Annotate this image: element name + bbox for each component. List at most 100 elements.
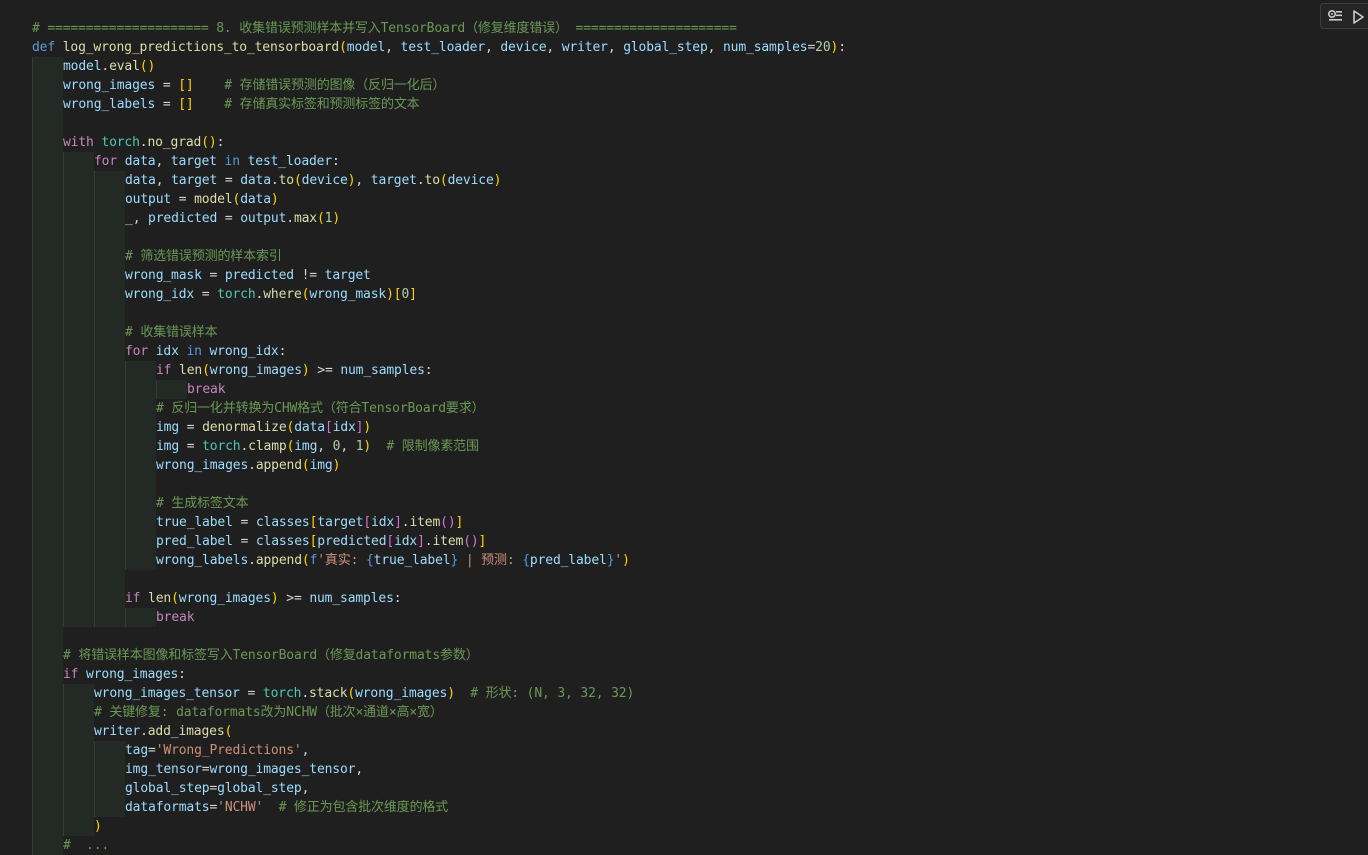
code-token: len [179,362,203,378]
code-token: # 收集错误样本 [125,324,218,340]
code-token: denormalize [202,419,287,435]
code-token: = [224,172,233,188]
code-line[interactable]: # 反归一化并转换为CHW格式（符合TensorBoard要求） [156,399,485,418]
code-line[interactable]: wrong_mask = predicted != target [125,266,371,285]
code-token: : [332,153,340,169]
indent-guide [63,208,94,228]
code-token: [ [363,514,372,530]
code-line[interactable]: data, target = data.to(device), target.t… [125,171,501,190]
code-line[interactable]: wrong_images.append(img) [156,456,340,475]
code-token: break [187,381,226,397]
code-line[interactable]: if len(wrong_images) >= num_samples: [125,589,402,608]
indent-guide [63,721,94,741]
code-token: wrong_images_tensor [209,761,356,777]
code-line[interactable]: writer.add_images( [94,722,232,741]
indent-guide [63,683,94,703]
indent-guide [63,607,94,627]
code-token: , [317,438,333,454]
indent-guide [63,797,94,817]
code-token: to [278,172,295,188]
code-token: wrong_labels [156,552,249,568]
code-line[interactable]: wrong_images_tensor = torch.stack(wrong_… [94,684,634,703]
code-token: # 修正为包含批次维度的格式 [278,799,449,815]
code-line[interactable]: img_tensor=wrong_images_tensor, [125,760,363,779]
code-line[interactable]: break [156,608,195,627]
code-token: # ===================== 8. 收集错误预测样本并写入Te… [32,20,737,36]
code-line[interactable]: model.eval() [63,57,155,76]
code-token: # 形状: (N, 3, 32, 32) [470,685,635,701]
code-token: : [278,343,287,359]
indent-guide [63,360,94,380]
code-token: # 筛选错误预测的样本索引 [125,248,282,264]
indent-guide [63,246,94,266]
code-line[interactable]: wrong_images = [] # 存储错误预测的图像（反归一化后） [63,76,445,95]
code-line[interactable]: wrong_idx = torch.where(wrong_mask)[0] [125,285,417,304]
code-line[interactable]: global_step=global_step, [125,779,309,798]
code-token: global_step [623,39,708,55]
indent-guide [63,436,94,456]
code-line[interactable]: # 筛选错误预测的样本索引 [125,247,282,266]
indent-guide [32,284,63,304]
indent-guide [32,531,63,551]
code-line[interactable]: for idx in wrong_idx: [125,342,286,361]
code-line[interactable]: if wrong_images: [63,665,186,684]
code-line[interactable]: wrong_labels = [] # 存储真实标签和预测标签的文本 [63,95,420,114]
code-line[interactable]: # 生成标签文本 [156,494,249,513]
code-token: = [240,533,249,549]
indent-guide [32,113,63,133]
code-token: wrong_images_tensor [94,685,240,701]
code-token: output [125,191,172,207]
indent-guide [32,189,63,209]
code-token: ( [339,39,347,55]
indent-guide [32,588,63,608]
code-line[interactable]: # ===================== 8. 收集错误预测样本并写入Te… [32,19,737,38]
code-token: wrong_idx [125,286,195,302]
indent-guide [125,360,156,380]
code-line[interactable]: if len(wrong_images) >= num_samples: [156,361,433,380]
code-line[interactable]: def log_wrong_predictions_to_tensorboard… [32,38,846,57]
indent-guide [63,816,94,836]
code-token: ( [301,552,310,568]
indent-guide [63,322,94,342]
code-token: ] [478,533,487,549]
code-editor[interactable]: # ===================== 8. 收集错误预测样本并写入Te… [0,0,1368,855]
code-line[interactable]: dataformats='NCHW' # 修正为包含批次维度的格式 [125,798,448,817]
code-token: # 将错误样本图像和标签写入TensorBoard（修复dataformats参… [63,647,479,663]
code-token: != [301,267,318,283]
indent-guide [32,721,63,741]
code-line[interactable]: # ... [63,836,109,855]
code-line[interactable]: break [187,380,226,399]
code-line[interactable]: output = model(data) [125,190,279,209]
code-line[interactable]: # 将错误样本图像和标签写入TensorBoard（修复dataformats参… [63,646,479,665]
code-line[interactable]: img = denormalize(data[idx]) [156,418,371,437]
code-token: ] [455,514,464,530]
run-icon[interactable] [1349,8,1367,26]
code-line[interactable]: true_label = classes[target[idx].item()] [156,513,463,532]
code-line[interactable]: # 关键修复: dataformats改为NCHW（批次×通道×高×宽） [94,703,443,722]
code-line[interactable]: img = torch.clamp(img, 0, 1) # 限制像素范围 [156,437,479,456]
settings-run-icon[interactable] [1326,8,1344,26]
code-line[interactable]: with torch.no_grad(): [63,133,224,152]
indent-guide [32,740,63,760]
code-line[interactable]: wrong_labels.append(f'真实: {true_label} |… [156,551,630,570]
code-line[interactable]: _, predicted = output.max(1) [125,209,340,228]
code-line[interactable]: tag='Wrong_Predictions', [125,741,309,760]
indent-guide [32,56,63,76]
code-line[interactable]: ) [94,817,102,836]
code-line[interactable]: # 收集错误样本 [125,323,218,342]
code-token: . [248,552,256,568]
code-line[interactable]: pred_label = classes[predicted[idx].item… [156,532,486,551]
code-token: # 限制像素范围 [386,438,479,454]
code-token: img [156,438,180,454]
code-token: : [393,590,402,606]
code-token: device [500,39,547,55]
indent-guide [63,778,94,798]
code-line[interactable]: for data, target in test_loader: [94,152,340,171]
code-token: test_loader [400,39,486,55]
